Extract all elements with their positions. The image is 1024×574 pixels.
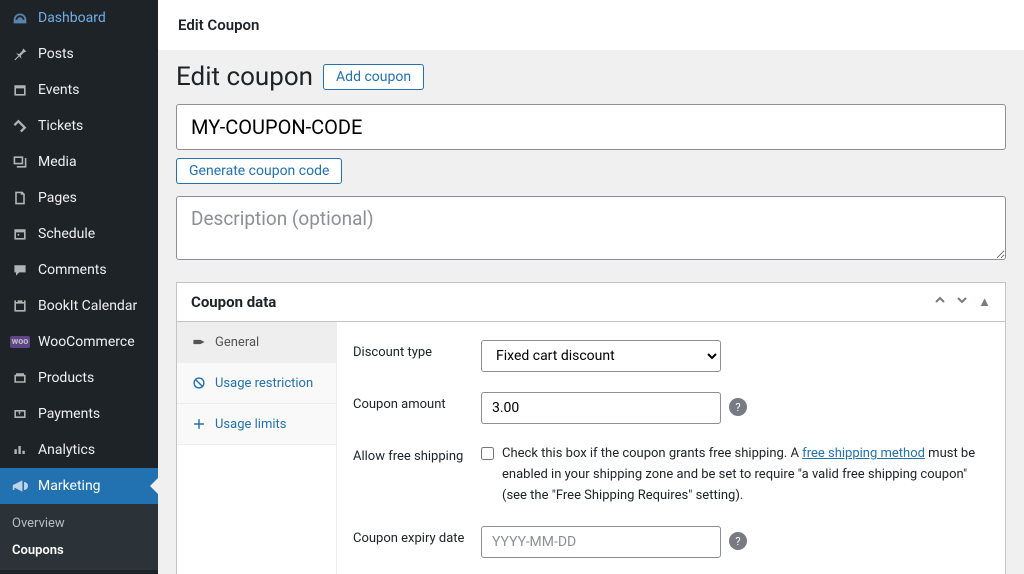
sidebar-submenu: Overview Coupons: [0, 504, 158, 570]
sidebar-item-label: Marketing: [38, 478, 101, 494]
tab-usage-limits[interactable]: Usage limits: [177, 404, 336, 445]
sidebar-item-comments[interactable]: Comments: [0, 252, 158, 288]
woo-icon: woo: [10, 332, 30, 352]
expiry-date-label: Coupon expiry date: [353, 526, 481, 546]
sidebar-item-label: Payments: [38, 406, 100, 422]
sidebar-item-payments[interactable]: Payments: [0, 396, 158, 432]
tab-label: Usage limits: [215, 417, 286, 432]
coupon-tabs: General Usage restriction Usage limits: [177, 322, 337, 574]
sidebar-item-label: Posts: [38, 46, 74, 62]
sidebar-item-label: Tickets: [38, 118, 83, 134]
products-icon: [10, 368, 30, 388]
submenu-overview[interactable]: Overview: [0, 510, 158, 537]
coupon-amount-input[interactable]: [481, 392, 721, 424]
expiry-date-input[interactable]: [481, 526, 721, 558]
sidebar-item-marketing[interactable]: Marketing: [0, 468, 158, 504]
panel-move-down-icon[interactable]: [956, 294, 968, 310]
main-content: Edit Coupon Edit coupon Add coupon Gener…: [158, 0, 1024, 574]
sidebar-item-label: WooCommerce: [38, 334, 135, 350]
sidebar-item-label: Schedule: [38, 226, 95, 242]
generate-code-button[interactable]: Generate coupon code: [176, 158, 342, 184]
add-coupon-button[interactable]: Add coupon: [323, 64, 424, 90]
sidebar-item-label: Media: [38, 154, 77, 170]
coupon-amount-label: Coupon amount: [353, 392, 481, 412]
discount-type-select[interactable]: Fixed cart discount: [481, 340, 721, 372]
limits-icon: [191, 416, 207, 432]
sidebar-item-products[interactable]: Products: [0, 360, 158, 396]
submenu-coupons[interactable]: Coupons: [0, 537, 158, 564]
free-shipping-label: Allow free shipping: [353, 444, 481, 464]
discount-type-label: Discount type: [353, 340, 481, 360]
megaphone-icon: [10, 476, 30, 496]
sidebar-item-media[interactable]: Media: [0, 144, 158, 180]
media-icon: [10, 152, 30, 172]
calendar-icon: [10, 80, 30, 100]
coupon-code-input[interactable]: [176, 104, 1006, 150]
admin-sidebar: Dashboard Posts Events Tickets Media Pag…: [0, 0, 158, 574]
sidebar-item-label: BookIt Calendar: [38, 298, 137, 314]
tab-label: Usage restriction: [215, 376, 313, 391]
page-icon: [10, 188, 30, 208]
coupon-data-panel: Coupon data ▲ General Usage restriction …: [176, 282, 1006, 574]
sidebar-item-label: Analytics: [38, 442, 95, 458]
description-textarea[interactable]: [176, 196, 1006, 260]
analytics-icon: [10, 440, 30, 460]
help-icon[interactable]: ?: [729, 532, 747, 550]
sidebar-item-dashboard[interactable]: Dashboard: [0, 0, 158, 36]
restriction-icon: [191, 375, 207, 391]
tab-label: General: [215, 335, 259, 350]
page-header: Edit Coupon: [158, 0, 1024, 50]
header-title: Edit Coupon: [178, 16, 259, 34]
schedule-icon: [10, 224, 30, 244]
pin-icon: [10, 44, 30, 64]
panel-title: Coupon data: [191, 293, 276, 311]
general-icon: [191, 334, 207, 350]
free-shipping-checkbox[interactable]: [481, 447, 494, 460]
sidebar-item-posts[interactable]: Posts: [0, 36, 158, 72]
sidebar-item-pages[interactable]: Pages: [0, 180, 158, 216]
gauge-icon: [10, 8, 30, 28]
sidebar-item-tickets[interactable]: Tickets: [0, 108, 158, 144]
sidebar-item-events[interactable]: Events: [0, 72, 158, 108]
free-shipping-description: Check this box if the coupon grants free…: [502, 444, 989, 506]
payments-icon: [10, 404, 30, 424]
sidebar-item-analytics[interactable]: Analytics: [0, 432, 158, 468]
free-shipping-link[interactable]: free shipping method: [802, 446, 925, 461]
sidebar-item-bookit[interactable]: BookIt Calendar: [0, 288, 158, 324]
sidebar-item-label: Comments: [38, 262, 107, 278]
sidebar-item-schedule[interactable]: Schedule: [0, 216, 158, 252]
sidebar-item-woocommerce[interactable]: woo WooCommerce: [0, 324, 158, 360]
panel-move-up-icon[interactable]: [934, 294, 946, 310]
ticket-icon: [10, 116, 30, 136]
tab-usage-restriction[interactable]: Usage restriction: [177, 363, 336, 404]
bookit-icon: [10, 296, 30, 316]
help-icon[interactable]: ?: [729, 398, 747, 416]
tab-general[interactable]: General: [177, 322, 336, 363]
sidebar-item-label: Products: [38, 370, 94, 386]
sidebar-item-label: Events: [38, 82, 79, 98]
sidebar-item-label: Pages: [38, 190, 77, 206]
panel-toggle-icon[interactable]: ▲: [978, 294, 991, 310]
sidebar-item-label: Dashboard: [38, 10, 106, 26]
comment-icon: [10, 260, 30, 280]
page-title: Edit coupon: [176, 62, 313, 92]
